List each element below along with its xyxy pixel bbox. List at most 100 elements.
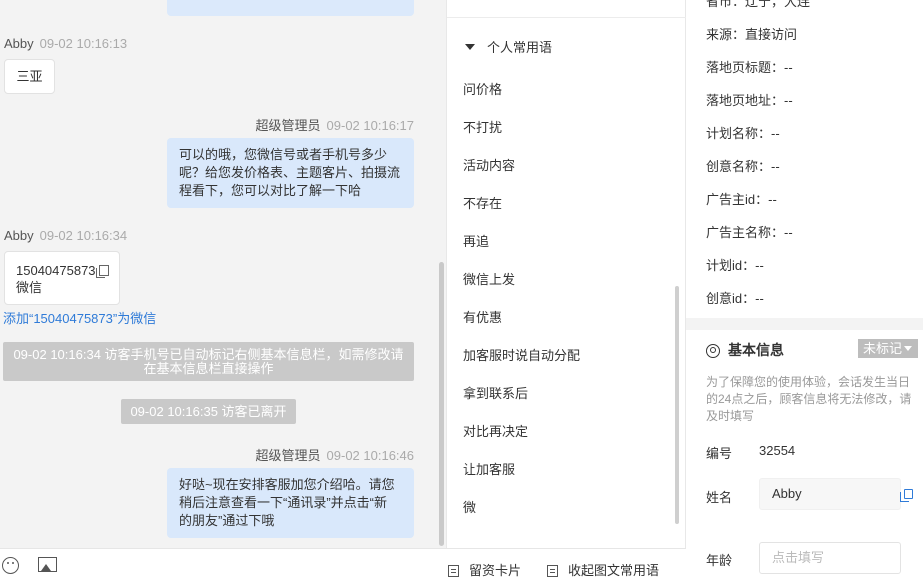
leave-card-button[interactable]: 留资卡片 xyxy=(448,560,521,579)
phrases-scrollbar[interactable] xyxy=(675,286,679,524)
phrases-group-header[interactable]: 个人常用语 xyxy=(465,37,552,56)
name-label: 姓名 xyxy=(706,490,733,505)
info-row-landing-title: 落地页标题：-- xyxy=(706,57,793,76)
phrases-group-title: 个人常用语 xyxy=(487,40,553,55)
sender-name: 超级管理员 xyxy=(255,448,321,463)
common-phrases-panel: 个人常用语 问价格 不打扰 活动内容 不存在 再追 微信上发 有优惠 加客服时说… xyxy=(446,0,686,548)
info-label: 创意名称： xyxy=(706,159,772,174)
name-field[interactable]: Abby xyxy=(759,478,901,510)
phrase-item[interactable]: 不存在 xyxy=(463,193,502,212)
phrase-item[interactable]: 拿到联系后 xyxy=(463,383,528,402)
info-row-plan-id: 计划id：-- xyxy=(706,255,764,274)
info-value: -- xyxy=(784,60,793,75)
info-value: -- xyxy=(784,225,793,240)
message-time: 09-02 10:16:34 xyxy=(39,228,128,243)
basic-info-title: 基本信息 xyxy=(706,340,784,360)
message-line: 程看下，您可以对比了解一下哈 xyxy=(179,183,362,198)
chat-panel: Abby 09-02 10:16:13 三亚 超级管理员 09-02 10:16:1… xyxy=(0,0,446,548)
message-line: 呢？给您发价格表、主题客片、拍摄流 xyxy=(179,165,401,180)
sender-name: Abby xyxy=(4,228,34,243)
info-value: -- xyxy=(771,159,780,174)
info-row-advertiser-id: 广告主id：-- xyxy=(706,189,777,208)
collapse-phrases-label: 收起图文常用语 xyxy=(568,563,660,578)
copy-icon[interactable] xyxy=(95,265,109,278)
smile-icon[interactable] xyxy=(2,557,19,574)
visitor-phone-card: 15040475873 微信 xyxy=(4,251,120,305)
phrase-item[interactable]: 有优惠 xyxy=(463,307,502,326)
info-value: -- xyxy=(768,192,777,207)
message-line: 稍后注意查看一下“通讯录”并点击“新 xyxy=(179,495,387,510)
phone-card-subtitle: 微信 xyxy=(16,280,43,295)
info-value: 直接访问 xyxy=(745,27,798,42)
system-note: 09-02 10:16:34 访客手机号已自动标记右侧基本信息栏，如需修改请 在… xyxy=(3,342,414,381)
sender-name: 超级管理员 xyxy=(255,118,321,133)
phrase-item[interactable]: 问价格 xyxy=(463,79,502,98)
message-line: 的朋友”通过下哦 xyxy=(179,513,275,528)
info-row-advertiser-name: 广告主名称：-- xyxy=(706,222,793,241)
info-row-creative-id: 创意id：-- xyxy=(706,288,764,307)
info-label: 广告主id： xyxy=(706,192,769,207)
info-label: 计划名称： xyxy=(706,126,772,141)
message-time: 09-02 10:16:17 xyxy=(326,118,414,133)
message-line: 好哒~现在安排客服加您介绍哈。请您 xyxy=(179,477,395,492)
message-time: 09-02 10:16:13 xyxy=(39,36,128,51)
message-time: 09-02 10:16:46 xyxy=(326,448,414,463)
info-value: -- xyxy=(784,93,793,108)
info-row-landing-url: 落地页地址：-- xyxy=(706,90,793,109)
info-value: -- xyxy=(755,291,764,306)
add-wechat-link[interactable]: 添加“15040475873”为微信 xyxy=(3,308,156,327)
divider xyxy=(447,17,686,18)
phrase-item[interactable]: 不打扰 xyxy=(463,117,502,136)
info-tip: 为了保障您的使用体验，会话发生当日的24点之后，顾客信息将无法修改，请及时填写 xyxy=(706,375,912,423)
id-value: 32554 xyxy=(759,443,796,458)
phrase-item[interactable]: 对比再决定 xyxy=(463,421,528,440)
chevron-down-icon xyxy=(904,346,913,351)
info-value: -- xyxy=(755,258,764,273)
basic-info-title-text: 基本信息 xyxy=(728,342,784,358)
phone-number: 15040475873 xyxy=(16,263,96,278)
image-icon[interactable] xyxy=(38,557,57,572)
system-note: 09-02 10:16:35 访客已离开 xyxy=(121,399,296,424)
info-label: 落地页标题： xyxy=(706,60,785,75)
agent-message-bubble: 可以的哦，您微信号或者手机号多少 呢？给您发价格表、主题客片、拍摄流 程看下，您… xyxy=(167,138,414,208)
info-label: 计划id： xyxy=(706,258,756,273)
info-label: 创意id： xyxy=(706,291,756,306)
info-row-source: 来源：直接访问 xyxy=(706,24,797,43)
message-meta: 超级管理员 09-02 10:16:46 xyxy=(220,445,414,464)
age-label: 年龄 xyxy=(706,553,733,568)
id-label: 编号 xyxy=(706,446,733,461)
tag-dropdown-label: 未标记 xyxy=(863,341,903,356)
phrase-item[interactable]: 活动内容 xyxy=(463,155,515,174)
phrase-item[interactable]: 加客服时说自动分配 xyxy=(463,345,580,364)
edit-icon[interactable] xyxy=(900,489,913,502)
phrase-item[interactable]: 微信上发 xyxy=(463,269,515,288)
section-divider xyxy=(686,318,923,330)
sender-name: Abby xyxy=(4,36,34,51)
message-meta: Abby 09-02 10:16:34 xyxy=(4,228,127,243)
info-label: 广告主名称： xyxy=(706,225,785,240)
leave-card-label: 留资卡片 xyxy=(469,563,522,578)
info-label: 落地页地址： xyxy=(706,93,785,108)
info-label: 来源： xyxy=(706,27,746,42)
system-note-line: 09-02 10:16:35 访客已离开 xyxy=(130,404,287,419)
card-icon xyxy=(448,565,459,577)
phrase-item[interactable]: 再追 xyxy=(463,231,489,250)
document-icon xyxy=(547,565,558,577)
previous-message-bubble xyxy=(167,0,414,16)
chat-scrollbar[interactable] xyxy=(439,262,444,546)
system-note-line: 在基本信息栏直接操作 xyxy=(143,361,274,376)
info-row-plan-name: 计划名称：-- xyxy=(706,123,780,142)
info-row-creative-name: 创意名称：-- xyxy=(706,156,780,175)
message-meta: Abby 09-02 10:16:13 xyxy=(4,36,127,51)
system-note-line: 09-02 10:16:34 访客手机号已自动标记右侧基本信息栏，如需修改请 xyxy=(13,347,404,362)
visitor-info-panel: 省市：辽宁，大连 来源：直接访问 落地页标题：-- 落地页地址：-- 计划名称：… xyxy=(686,0,923,574)
message-meta: 超级管理员 09-02 10:16:17 xyxy=(220,115,414,134)
age-field[interactable]: 点击填写 xyxy=(759,542,901,574)
phrase-item[interactable]: 让加客服 xyxy=(463,459,515,478)
collapse-phrases-button[interactable]: 收起图文常用语 xyxy=(547,560,659,579)
message-line: 可以的哦，您微信号或者手机号多少 xyxy=(179,147,388,162)
tag-dropdown[interactable]: 未标记 xyxy=(858,339,918,358)
user-icon xyxy=(706,344,720,358)
info-row-region: 省市：辽宁，大连 xyxy=(706,0,811,9)
phrase-item[interactable]: 微 xyxy=(463,497,476,516)
